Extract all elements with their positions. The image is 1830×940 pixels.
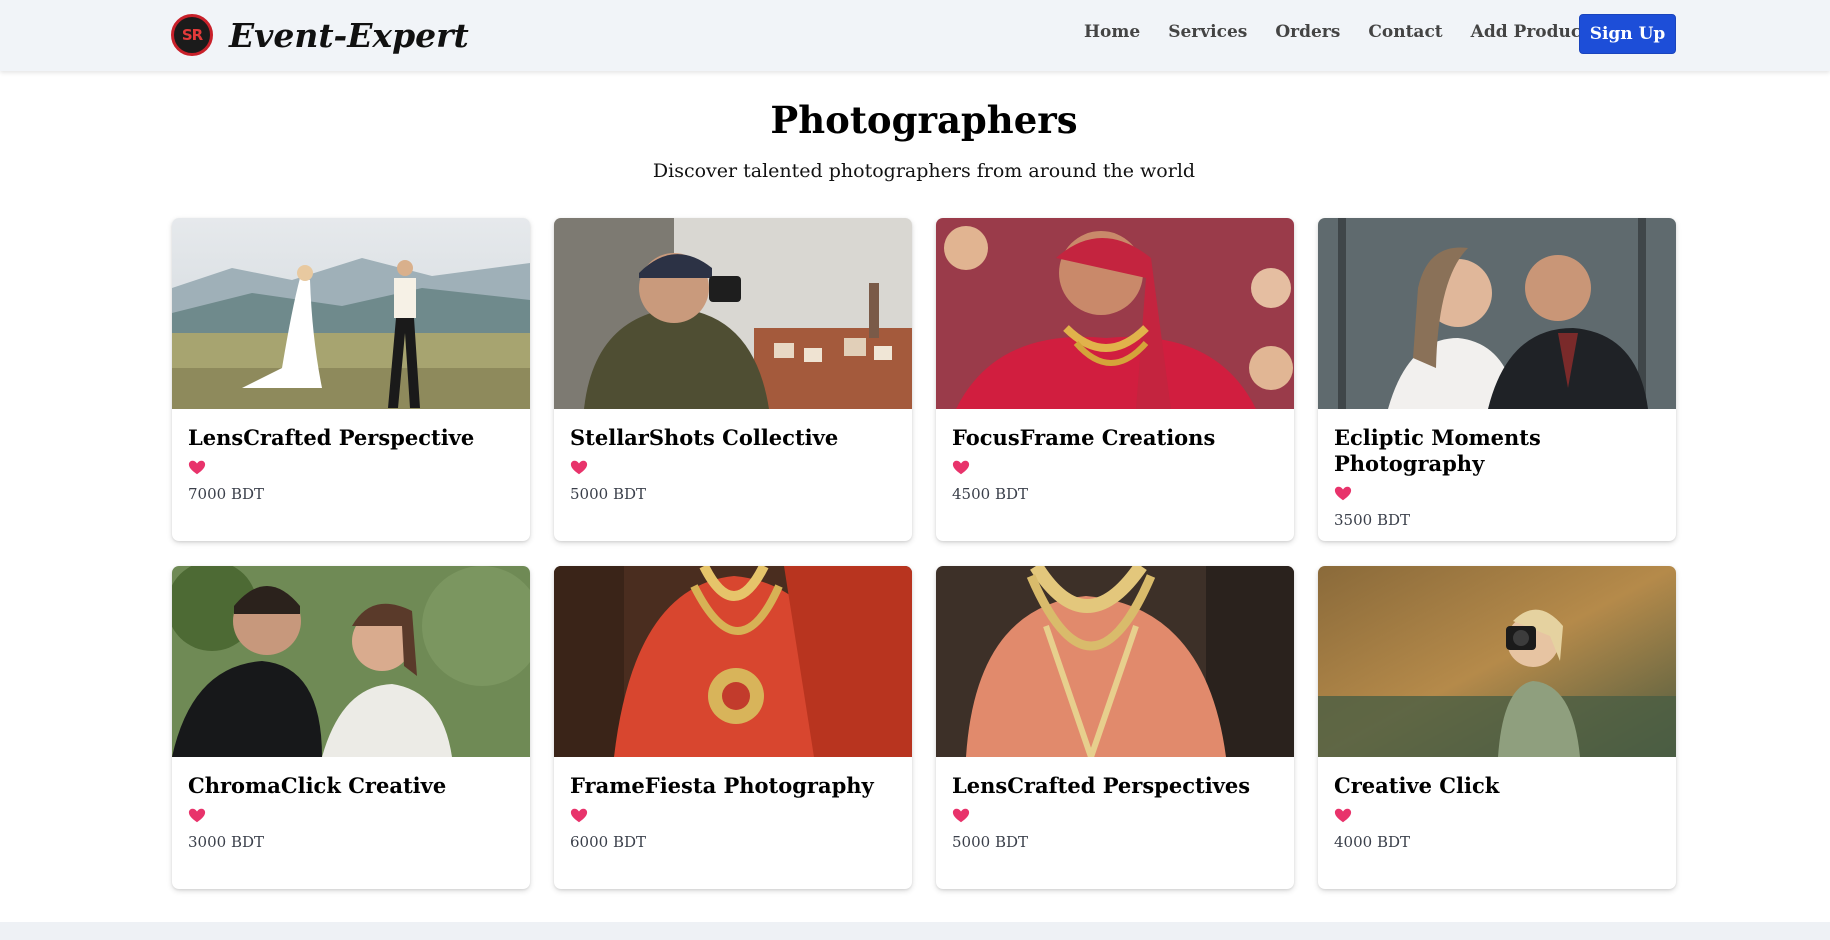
card-title[interactable]: LensCrafted Perspective bbox=[188, 425, 514, 451]
photographer-card[interactable]: LensCrafted Perspective 7000 BDT bbox=[172, 218, 530, 541]
card-price: 4500 BDT bbox=[952, 485, 1028, 503]
heart-icon[interactable] bbox=[570, 807, 588, 825]
card-title[interactable]: LensCrafted Perspectives bbox=[952, 773, 1278, 799]
photographer-card[interactable]: StellarShots Collective 5000 BDT bbox=[554, 218, 912, 541]
card-title[interactable]: ChromaClick Creative bbox=[188, 773, 514, 799]
card-image[interactable] bbox=[936, 218, 1294, 409]
photographer-card[interactable]: Creative Click 4000 BDT bbox=[1318, 566, 1676, 889]
card-price: 5000 BDT bbox=[570, 485, 646, 503]
photographer-card[interactable]: FocusFrame Creations 4500 BDT bbox=[936, 218, 1294, 541]
page-title: Photographers bbox=[770, 98, 1078, 142]
heart-icon[interactable] bbox=[570, 459, 588, 477]
card-title[interactable]: Creative Click bbox=[1334, 773, 1660, 799]
card-price: 7000 BDT bbox=[188, 485, 264, 503]
card-price: 6000 BDT bbox=[570, 833, 646, 851]
card-image[interactable] bbox=[554, 566, 912, 757]
card-image[interactable] bbox=[172, 218, 530, 409]
navbar: SR Event-Expert Home Services Orders Con… bbox=[0, 0, 1830, 71]
footer-strip bbox=[0, 922, 1830, 940]
card-title[interactable]: StellarShots Collective bbox=[570, 425, 896, 451]
nav-orders-link[interactable]: Orders bbox=[1275, 22, 1340, 42]
nav-services-link[interactable]: Services bbox=[1168, 22, 1247, 42]
sign-up-button[interactable]: Sign Up bbox=[1579, 14, 1676, 54]
heart-icon[interactable] bbox=[952, 807, 970, 825]
card-title[interactable]: FrameFiesta Photography bbox=[570, 773, 896, 799]
card-price: 4000 BDT bbox=[1334, 833, 1410, 851]
card-title[interactable]: Ecliptic Moments Photography bbox=[1334, 425, 1660, 477]
heart-icon[interactable] bbox=[1334, 485, 1352, 503]
photographer-card[interactable]: ChromaClick Creative 3000 BDT bbox=[172, 566, 530, 889]
logo[interactable]: SR bbox=[171, 14, 213, 56]
nav-add-product-link[interactable]: Add Product bbox=[1471, 22, 1589, 42]
photographer-card[interactable]: FrameFiesta Photography 6000 BDT bbox=[554, 566, 912, 889]
page-subtitle: Discover talented photographers from aro… bbox=[652, 160, 1196, 182]
brand[interactable]: SR Event-Expert bbox=[171, 14, 469, 56]
heart-icon[interactable] bbox=[1334, 807, 1352, 825]
nav-contact-link[interactable]: Contact bbox=[1368, 22, 1442, 42]
photographer-card[interactable]: Ecliptic Moments Photography 3500 BDT bbox=[1318, 218, 1676, 541]
card-title[interactable]: FocusFrame Creations bbox=[952, 425, 1278, 451]
card-image[interactable] bbox=[936, 566, 1294, 757]
card-price: 3500 BDT bbox=[1334, 511, 1410, 529]
heart-icon[interactable] bbox=[188, 807, 206, 825]
card-image[interactable] bbox=[554, 218, 912, 409]
card-price: 5000 BDT bbox=[952, 833, 1028, 851]
photographer-grid: LensCrafted Perspective 7000 BDT Stellar… bbox=[172, 218, 1676, 889]
heart-icon[interactable] bbox=[188, 459, 206, 477]
card-image[interactable] bbox=[172, 566, 530, 757]
card-price: 3000 BDT bbox=[188, 833, 264, 851]
card-image[interactable] bbox=[1318, 566, 1676, 757]
brand-name[interactable]: Event-Expert bbox=[229, 16, 469, 55]
main-nav: Home Services Orders Contact Add Product bbox=[1084, 22, 1617, 42]
photographer-card[interactable]: LensCrafted Perspectives 5000 BDT bbox=[936, 566, 1294, 889]
card-image[interactable] bbox=[1318, 218, 1676, 409]
heart-icon[interactable] bbox=[952, 459, 970, 477]
nav-home-link[interactable]: Home bbox=[1084, 22, 1140, 42]
